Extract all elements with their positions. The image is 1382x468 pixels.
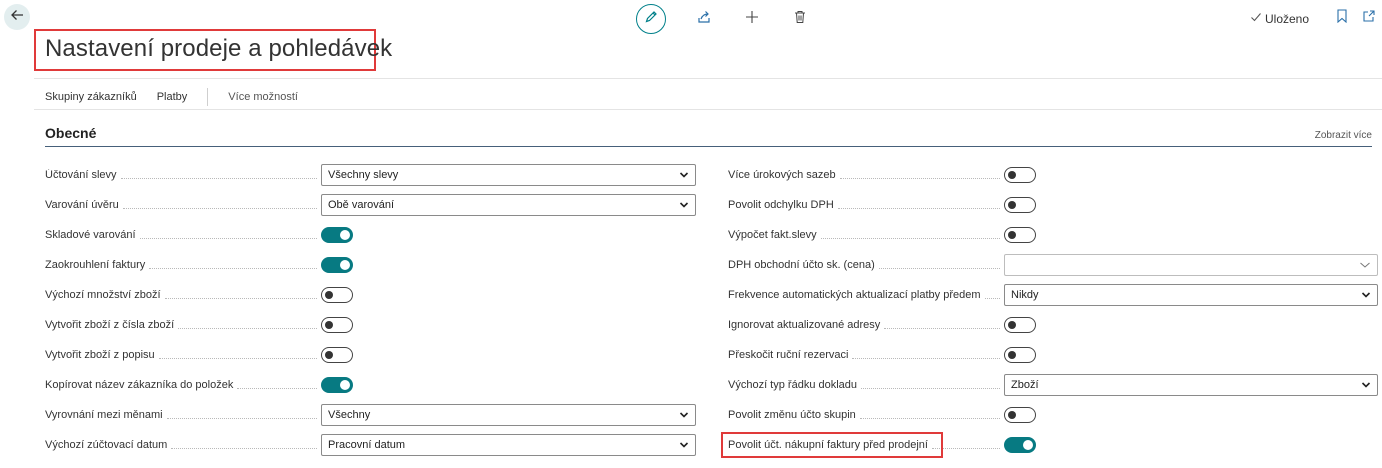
action-payments[interactable]: Platby xyxy=(157,91,188,103)
default-posting-date-select[interactable]: Pracovní datum xyxy=(321,434,696,456)
field-row: Výchozí typ řádku dokladu Zboží xyxy=(728,370,1378,400)
field-row: Frekvence automatických aktualizací plat… xyxy=(728,280,1378,310)
field-row: Výchozí množství zboží xyxy=(45,280,696,310)
top-right-actions xyxy=(1336,9,1376,28)
edit-button[interactable] xyxy=(636,4,666,34)
chevron-down-icon xyxy=(679,410,689,423)
field-label: Vyrovnání mezi měnami xyxy=(45,409,321,421)
field-label: Kopírovat název zákazníka do položek xyxy=(45,379,321,391)
copy-customer-name-toggle[interactable] xyxy=(321,377,353,393)
field-label: Více úrokových sazeb xyxy=(728,169,1004,181)
share-icon xyxy=(696,9,712,30)
default-item-quantity-toggle[interactable] xyxy=(321,287,353,303)
field-row: Povolit odchylku DPH xyxy=(728,190,1378,220)
stockout-warning-toggle[interactable] xyxy=(321,227,353,243)
field-row: Povolit účt. nákupní faktury před prodej… xyxy=(721,430,1378,460)
field-label: Ignorovat aktualizované adresy xyxy=(728,319,1004,331)
chevron-down-icon xyxy=(679,440,689,453)
field-row: Zaokrouhlení faktury xyxy=(45,250,696,280)
chevron-down-icon xyxy=(1361,380,1371,393)
appln-between-currencies-select[interactable]: Všechny xyxy=(321,404,696,426)
field-row: Výchozí zúčtovací datum Pracovní datum xyxy=(45,430,696,460)
field-label: Skladové varování xyxy=(45,229,321,241)
action-bar-divider xyxy=(34,109,1382,110)
saved-status: Uloženo xyxy=(1250,11,1309,26)
multiple-interest-rates-toggle[interactable] xyxy=(1004,167,1036,183)
page-toolbar xyxy=(636,3,834,35)
fields-right-column: Více úrokových sazeb Povolit odchylku DP… xyxy=(721,160,1378,460)
delete-button[interactable] xyxy=(786,5,814,33)
open-in-new-window-icon[interactable] xyxy=(1362,9,1376,28)
bookmark-icon[interactable] xyxy=(1336,9,1348,28)
show-more-link[interactable]: Zobrazit více xyxy=(1315,130,1372,141)
prepayment-update-frequency-select[interactable]: Nikdy xyxy=(1004,284,1378,306)
section-underline xyxy=(45,146,1372,147)
field-label: Povolit změnu účto skupin xyxy=(728,409,1004,421)
credit-warnings-select[interactable]: Obě varování xyxy=(321,194,696,216)
chevron-down-icon xyxy=(1361,290,1371,303)
vat-bus-posting-group-select[interactable] xyxy=(1004,254,1378,276)
create-item-from-no-toggle[interactable] xyxy=(321,317,353,333)
trash-icon xyxy=(793,10,807,29)
ignore-updated-addresses-toggle[interactable] xyxy=(1004,317,1036,333)
share-button[interactable] xyxy=(690,5,718,33)
saved-label: Uloženo xyxy=(1265,11,1310,26)
field-label: Varování úvěru xyxy=(45,199,321,211)
invoice-rounding-toggle[interactable] xyxy=(321,257,353,273)
field-label: DPH obchodní účto sk. (cena) xyxy=(728,259,1004,271)
field-row: Přeskočit ruční rezervaci xyxy=(728,340,1378,370)
pencil-icon xyxy=(644,10,658,29)
allow-posting-group-change-toggle[interactable] xyxy=(1004,407,1036,423)
arrow-left-icon xyxy=(10,8,24,27)
fields-left-column: Účtování slevy Všechny slevy Varování úv… xyxy=(45,160,696,460)
default-line-type-select[interactable]: Zboží xyxy=(1004,374,1378,396)
new-button[interactable] xyxy=(738,5,766,33)
chevron-down-icon xyxy=(679,170,689,183)
field-row: Ignorovat aktualizované adresy xyxy=(728,310,1378,340)
action-bar: Skupiny zákazníků Platby Více možností xyxy=(45,88,318,106)
allow-vat-difference-toggle[interactable] xyxy=(1004,197,1036,213)
discount-posting-select[interactable]: Všechny slevy xyxy=(321,164,696,186)
field-row: Účtování slevy Všechny slevy xyxy=(45,160,696,190)
checkmark-icon xyxy=(1250,11,1262,26)
field-label: Výchozí typ řádku dokladu xyxy=(728,379,1004,391)
field-label: Vytvořit zboží z popisu xyxy=(45,349,321,361)
action-separator xyxy=(207,88,209,106)
plus-icon xyxy=(744,9,760,30)
field-label: Frekvence automatických aktualizací plat… xyxy=(728,289,1004,301)
field-label: Povolit odchylku DPH xyxy=(728,199,1004,211)
field-row: Vytvořit zboží z popisu xyxy=(45,340,696,370)
field-row: Vyrovnání mezi měnami Všechny xyxy=(45,400,696,430)
field-row: Vytvořit zboží z čísla zboží xyxy=(45,310,696,340)
field-label: Účtování slevy xyxy=(45,169,321,181)
skip-manual-reservation-toggle[interactable] xyxy=(1004,347,1036,363)
create-item-from-description-toggle[interactable] xyxy=(321,347,353,363)
action-customer-groups[interactable]: Skupiny zákazníků xyxy=(45,91,137,103)
page-title: Nastavení prodeje a pohledávek xyxy=(45,35,393,62)
field-label: Zaokrouhlení faktury xyxy=(45,259,321,271)
calc-inv-discount-toggle[interactable] xyxy=(1004,227,1036,243)
field-highlight-box xyxy=(721,432,943,458)
field-label: Výchozí zúčtovací datum xyxy=(45,439,321,451)
field-label: Vytvořit zboží z čísla zboží xyxy=(45,319,321,331)
field-label: Výpočet fakt.slevy xyxy=(728,229,1004,241)
field-row: Varování úvěru Obě varování xyxy=(45,190,696,220)
header-divider xyxy=(34,78,1382,79)
field-row: Kopírovat název zákazníka do položek xyxy=(45,370,696,400)
field-row: DPH obchodní účto sk. (cena) xyxy=(728,250,1378,280)
chevron-down-icon xyxy=(1359,260,1371,273)
field-row: Výpočet fakt.slevy xyxy=(728,220,1378,250)
field-label: Výchozí množství zboží xyxy=(45,289,321,301)
field-row: Skladové varování xyxy=(45,220,696,250)
field-row: Více úrokových sazeb xyxy=(728,160,1378,190)
field-row: Povolit změnu účto skupin xyxy=(728,400,1378,430)
action-more-options[interactable]: Více možností xyxy=(228,91,298,103)
chevron-down-icon xyxy=(679,200,689,213)
field-label: Přeskočit ruční rezervaci xyxy=(728,349,1004,361)
post-purchase-before-sales-toggle[interactable] xyxy=(1004,437,1036,453)
back-button[interactable] xyxy=(4,4,30,30)
section-title-general[interactable]: Obecné xyxy=(45,125,96,141)
